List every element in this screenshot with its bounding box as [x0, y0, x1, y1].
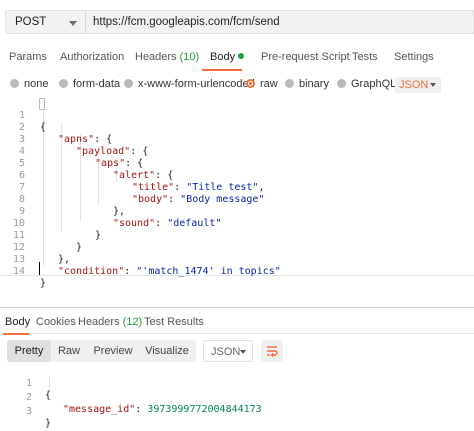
radio-checked-icon: [246, 79, 255, 88]
view-raw-button[interactable]: Raw: [51, 340, 87, 362]
view-visualize-button[interactable]: Visualize: [139, 340, 195, 362]
radio-icon: [285, 79, 294, 88]
request-tabs: Params Authorization Headers (10) Body P…: [0, 44, 474, 70]
option-label: raw: [260, 78, 278, 90]
code-line: 13 "condition": "'match_1474' in topics": [0, 242, 474, 277]
code-line: 1 {: [0, 366, 474, 401]
response-tab-cookies[interactable]: Cookies: [36, 316, 76, 328]
code-line: 3 }: [0, 394, 474, 429]
tab-authorization[interactable]: Authorization: [60, 51, 124, 63]
view-mode-group: Pretty Raw Preview Visualize: [7, 340, 196, 362]
option-label: binary: [299, 78, 329, 90]
wrap-lines-button[interactable]: [261, 340, 283, 362]
option-label: GraphQL: [351, 78, 397, 90]
json-string: "'match_1474' in topics": [136, 266, 281, 277]
body-option-binary[interactable]: binary: [285, 78, 329, 90]
request-body-editor[interactable]: 1 { 2 "apns": { 3 "payload": { 4 "aps": …: [0, 96, 474, 289]
code-line: 2 "apns": {: [0, 110, 474, 145]
response-tabs: Body Cookies Headers (12) Test Results: [0, 308, 474, 334]
active-tab-indicator: [3, 333, 29, 335]
radio-icon: [337, 79, 346, 88]
format-label: JSON: [399, 79, 429, 91]
option-label: form-data: [73, 78, 121, 90]
body-option-form-data[interactable]: form-data: [59, 78, 120, 90]
tab-label: Body: [5, 316, 31, 328]
code-line: 4 "aps": {: [0, 134, 474, 169]
tab-body[interactable]: Body: [210, 51, 245, 63]
body-option-graphql[interactable]: GraphQL: [337, 78, 396, 90]
code-line: 9 "sound": "default": [0, 194, 474, 229]
line-number: 3: [25, 406, 32, 417]
code-line: 8 },: [0, 182, 474, 217]
body-option-none[interactable]: none: [10, 78, 48, 90]
response-tab-headers[interactable]: Headers (12): [78, 316, 142, 328]
tab-headers[interactable]: Headers (10): [135, 51, 199, 63]
tab-label: Body: [210, 51, 236, 63]
chevron-down-icon: [430, 83, 436, 87]
view-preview-button[interactable]: Preview: [87, 340, 139, 362]
tab-count: (10): [179, 51, 200, 63]
radio-icon: [124, 79, 133, 88]
response-body-viewer[interactable]: 1 { 2 "message_id": 3973999772004844173 …: [0, 364, 474, 429]
radio-icon: [59, 79, 68, 88]
tab-label: Test Results: [144, 316, 204, 328]
response-format-select[interactable]: JSON: [203, 340, 253, 362]
chevron-down-icon: [69, 21, 77, 26]
option-label: none: [24, 78, 49, 90]
tab-tests[interactable]: Tests: [352, 51, 378, 63]
view-pretty-button[interactable]: Pretty: [7, 340, 51, 362]
tab-label: Settings: [394, 51, 434, 63]
request-url-bar: POST https://fcm.googleapis.com/fcm/send: [0, 0, 474, 44]
response-toolbar: Pretty Raw Preview Visualize JSON: [0, 340, 474, 362]
tab-label: Cookies: [36, 316, 76, 328]
code-line: 5 "alert": {: [0, 146, 474, 181]
status-dot-icon: [238, 53, 245, 59]
tab-label: Tests: [352, 51, 378, 63]
code-line: 7 "body": "Body message": [0, 170, 474, 205]
response-tab-body[interactable]: Body: [5, 316, 30, 328]
radio-icon: [10, 79, 19, 88]
tab-label: Headers: [78, 316, 120, 328]
active-tab-indicator: [202, 69, 242, 71]
tab-label: Headers: [135, 51, 177, 63]
format-label: JSON: [211, 346, 241, 358]
tab-params[interactable]: Params: [9, 51, 47, 63]
url-input[interactable]: https://fcm.googleapis.com/fcm/send: [85, 10, 474, 34]
body-format-select[interactable]: JSON: [395, 77, 441, 93]
tab-label: Pre-request Script: [261, 51, 350, 63]
json-key: "condition": [58, 266, 125, 277]
chevron-down-icon: [240, 350, 246, 354]
code-punct: :: [124, 266, 137, 277]
body-option-urlencoded[interactable]: x-www-form-urlencoded: [124, 78, 255, 90]
code-punct: }: [40, 278, 47, 289]
code-line: 1 {: [0, 98, 474, 133]
code-line: 14 }: [0, 254, 474, 289]
code-line: 6 "title": "Title test",: [0, 158, 474, 193]
body-option-raw[interactable]: raw: [246, 78, 278, 90]
code-line: 10 }: [0, 206, 474, 241]
method-select[interactable]: POST: [5, 10, 85, 34]
line-number: 14: [12, 266, 25, 277]
method-label: POST: [15, 16, 47, 28]
wrap-lines-icon: [267, 346, 278, 358]
tab-label: Params: [9, 51, 47, 63]
tab-settings[interactable]: Settings: [394, 51, 434, 63]
text-cursor: [39, 262, 40, 275]
tab-count: (12): [122, 316, 143, 328]
code-line: 2 "message_id": 3973999772004844173: [0, 380, 474, 415]
tab-label: Authorization: [60, 51, 125, 63]
response-tab-test-results[interactable]: Test Results: [144, 316, 204, 328]
code-line: 12 },: [0, 230, 474, 265]
tab-pre-request-script[interactable]: Pre-request Script: [261, 51, 350, 63]
code-line: 11 }: [0, 218, 474, 253]
code-punct: }: [45, 418, 52, 429]
code-line: 3 "payload": {: [0, 122, 474, 157]
option-label: x-www-form-urlencoded: [138, 78, 255, 90]
